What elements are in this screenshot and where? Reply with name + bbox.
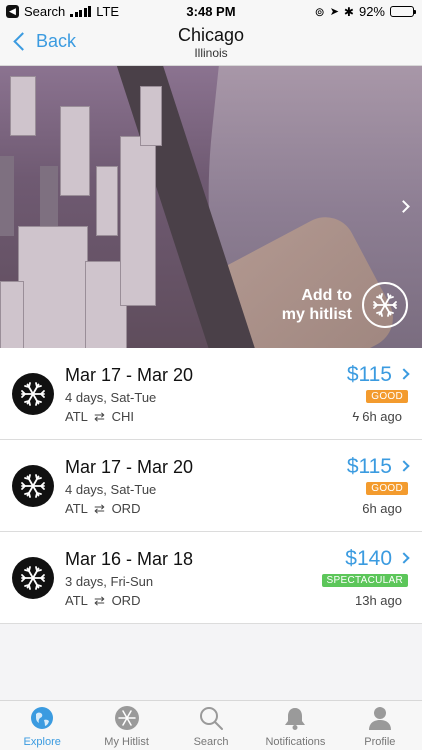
snowflake-plane-icon: [12, 465, 54, 507]
deal-posted-time: 13h ago: [355, 593, 402, 608]
tab-explore[interactable]: Explore: [0, 701, 84, 750]
add-to-hitlist-line1: Add to: [301, 287, 352, 304]
add-to-hitlist-line2: my hitlist: [281, 306, 352, 323]
route-destination: ORD: [111, 593, 141, 608]
deal-dates: Mar 17 - Mar 20: [65, 365, 194, 385]
deal-duration: 3 days, Fri-Sun: [65, 574, 154, 589]
hero-building: [120, 136, 156, 306]
deal-posted-ago: 13h ago: [355, 593, 402, 608]
deal-price: $140: [345, 547, 392, 570]
page-title: Chicago: [177, 25, 245, 45]
deal-rating-badge: GOOD: [366, 390, 408, 403]
tab-label: Search: [193, 736, 229, 748]
add-to-hitlist-button[interactable]: Add to my hitlist: [262, 282, 408, 328]
tab-profile[interactable]: Profile: [338, 701, 422, 750]
deal-duration: 4 days, Sat-Tue: [65, 482, 157, 497]
battery-icon: [390, 6, 416, 17]
deal-row[interactable]: Mar 16 - Mar 18 3 days, Fri-Sun ATL ⇄ OR…: [0, 532, 422, 624]
tab-label: My Hitlist: [104, 736, 149, 748]
deal-posted-time: 6h ago: [362, 501, 402, 516]
hero-building: [18, 226, 88, 348]
rotation-lock-icon: ⊚: [314, 4, 325, 19]
deal-dates: Mar 16 - Mar 18: [65, 549, 194, 569]
tab-search[interactable]: Search: [169, 701, 253, 750]
deal-route: ATL ⇄ ORD: [65, 593, 140, 609]
navigation-bar: Back Chicago Illinois: [0, 22, 422, 66]
globe-icon: [29, 705, 55, 731]
magnifier-icon: [198, 705, 224, 731]
deal-posted-time: ϟ 6h ago: [352, 409, 402, 424]
hero-building: [96, 166, 118, 236]
route-origin: ATL: [65, 409, 88, 424]
deal-route: ATL ⇄ CHI: [65, 409, 134, 425]
route-origin: ATL: [65, 501, 88, 516]
deal-price: $115: [346, 363, 392, 386]
chevron-right-icon: [398, 552, 410, 564]
tab-bar: Explore My Hitlist Search Notifications …: [0, 700, 422, 750]
hero-building-shadow: [40, 166, 58, 226]
tab-label: Notifications: [265, 736, 326, 748]
round-trip-arrows-icon: ⇄: [94, 501, 105, 516]
tab-label: Profile: [364, 736, 396, 748]
lightning-icon: ϟ: [352, 409, 360, 424]
tab-label: Explore: [23, 736, 61, 748]
snowflake-badge-icon: [114, 705, 140, 731]
bell-icon: [282, 705, 308, 731]
battery-percent: 92%: [358, 4, 385, 19]
add-to-hitlist-label: Add to my hitlist: [262, 286, 352, 324]
deal-dates: Mar 17 - Mar 20: [65, 457, 194, 477]
location-icon: ➤: [329, 6, 339, 18]
person-icon: [367, 705, 393, 731]
hero-building: [60, 106, 90, 196]
page-subtitle: Illinois: [194, 46, 228, 60]
tab-my-hitlist[interactable]: My Hitlist: [84, 701, 168, 750]
route-origin: ATL: [65, 593, 88, 608]
deal-posted-ago: 6h ago: [362, 501, 402, 516]
deal-duration: 4 days, Sat-Tue: [65, 390, 157, 405]
hero-building: [10, 76, 36, 136]
status-bar: ◀ Search LTE 3:48 PM ⊚ ➤ ✱ 92%: [0, 0, 422, 22]
snowflake-plane-icon: [12, 557, 54, 599]
hero-building: [140, 86, 162, 146]
chevron-right-icon: [398, 368, 410, 380]
deal-row[interactable]: Mar 17 - Mar 20 4 days, Sat-Tue ATL ⇄ OR…: [0, 440, 422, 532]
deal-posted-ago: 6h ago: [362, 409, 402, 424]
snowflake-plane-icon: [12, 373, 54, 415]
route-destination: CHI: [111, 409, 134, 424]
bluetooth-icon: ✱: [343, 4, 354, 19]
deal-route: ATL ⇄ ORD: [65, 501, 140, 517]
deal-rating-badge: GOOD: [366, 482, 408, 495]
deal-price: $115: [346, 455, 392, 478]
deal-list: Mar 17 - Mar 20 4 days, Sat-Tue ATL ⇄ CH…: [0, 348, 422, 624]
round-trip-arrows-icon: ⇄: [94, 593, 105, 608]
chevron-right-icon: [398, 460, 410, 472]
snowflake-plane-icon: [362, 282, 408, 328]
route-destination: ORD: [111, 501, 141, 516]
deal-row[interactable]: Mar 17 - Mar 20 4 days, Sat-Tue ATL ⇄ CH…: [0, 348, 422, 440]
destination-hero-image[interactable]: Add to my hitlist: [0, 66, 422, 348]
deal-rating-badge: SPECTACULAR: [321, 574, 408, 587]
hero-building: [0, 281, 24, 348]
tab-notifications[interactable]: Notifications: [253, 701, 337, 750]
hero-building-shadow: [0, 156, 14, 236]
round-trip-arrows-icon: ⇄: [94, 409, 105, 424]
